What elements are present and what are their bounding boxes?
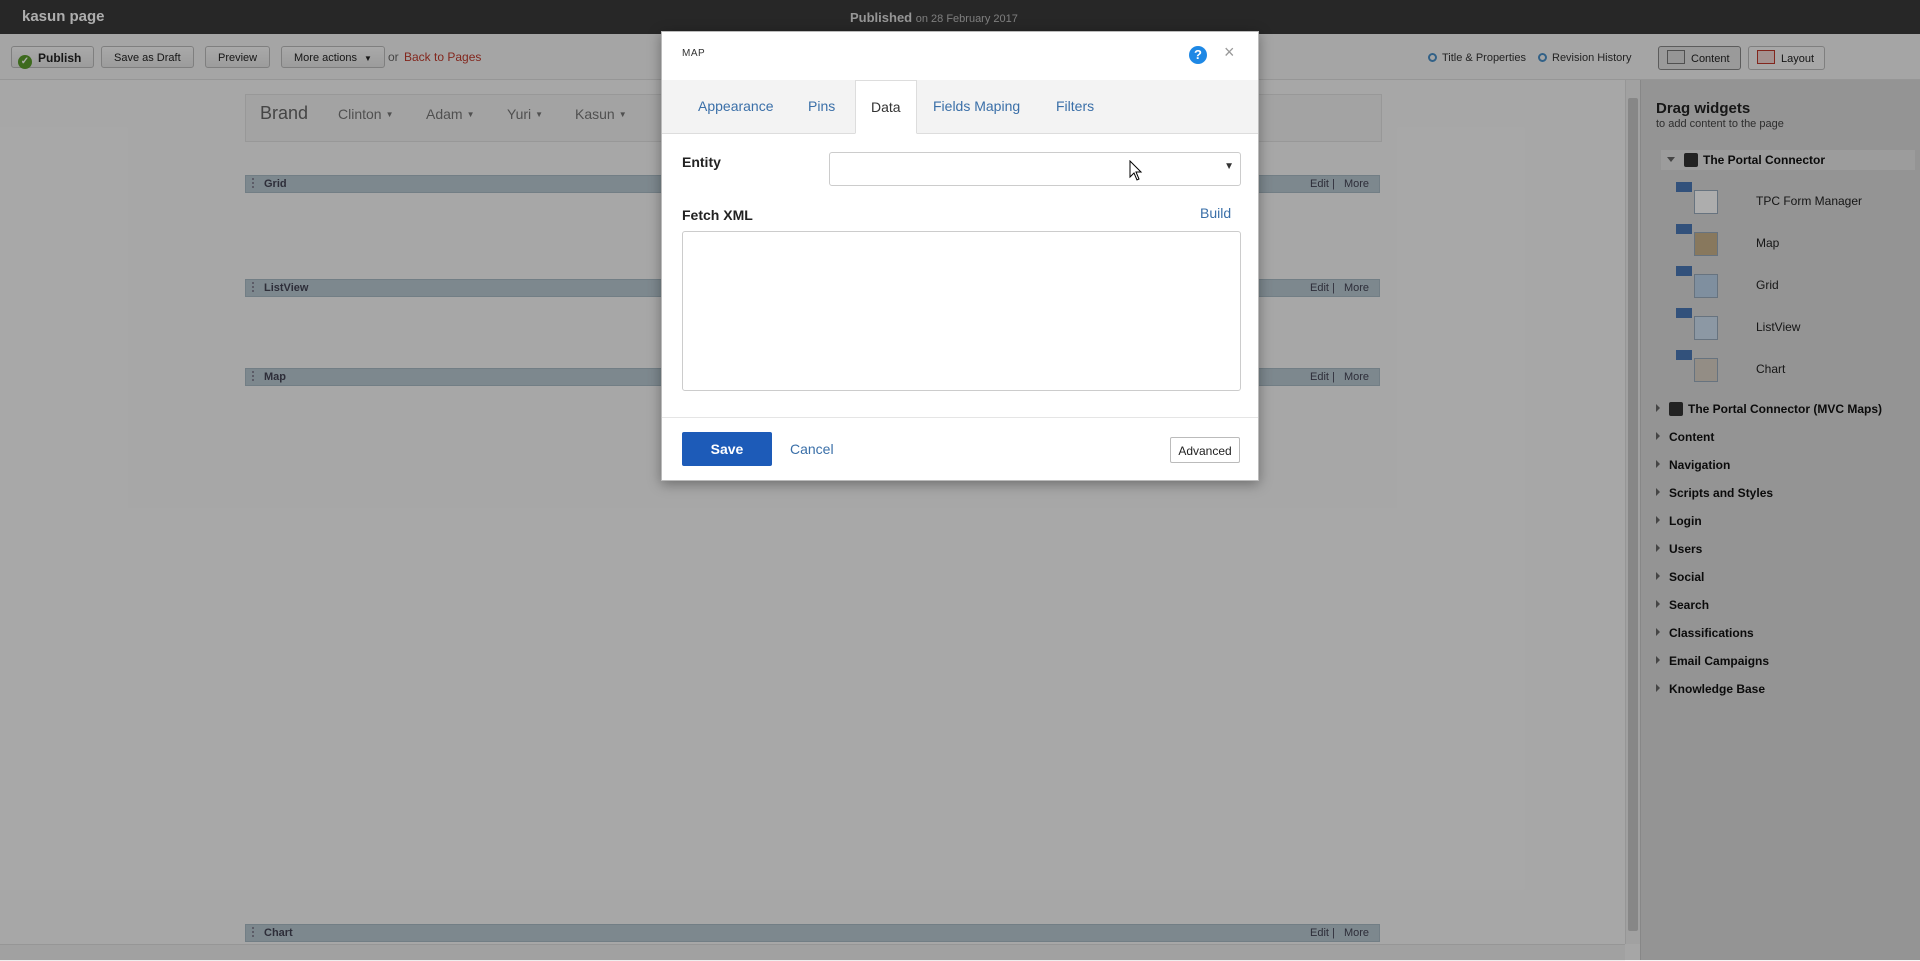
tab-filters[interactable]: Filters <box>1056 80 1094 133</box>
advanced-button[interactable]: Advanced <box>1170 437 1240 463</box>
tab-appearance[interactable]: Appearance <box>698 80 774 133</box>
cancel-button[interactable]: Cancel <box>790 441 834 457</box>
dialog-tabs: Appearance Pins Data Fields Maping Filte… <box>662 80 1258 134</box>
tab-fields-maping[interactable]: Fields Maping <box>933 80 1020 133</box>
map-settings-dialog: MAP ? × Appearance Pins Data Fields Mapi… <box>661 31 1259 481</box>
help-icon[interactable]: ? <box>1189 46 1207 64</box>
chevron-down-icon: ▼ <box>1224 161 1234 172</box>
entity-label: Entity <box>682 154 721 170</box>
fetch-xml-label: Fetch XML <box>682 207 753 223</box>
dialog-divider <box>662 417 1258 418</box>
close-icon[interactable]: × <box>1224 42 1235 63</box>
tab-pins[interactable]: Pins <box>808 80 835 133</box>
entity-select[interactable]: ▼ <box>829 152 1241 186</box>
build-link[interactable]: Build <box>1200 205 1231 221</box>
tab-data[interactable]: Data <box>855 80 917 134</box>
save-button[interactable]: Save <box>682 432 772 466</box>
mouse-cursor-icon <box>1129 160 1143 181</box>
dialog-title: MAP <box>682 48 706 59</box>
fetch-xml-textarea[interactable] <box>682 231 1241 391</box>
